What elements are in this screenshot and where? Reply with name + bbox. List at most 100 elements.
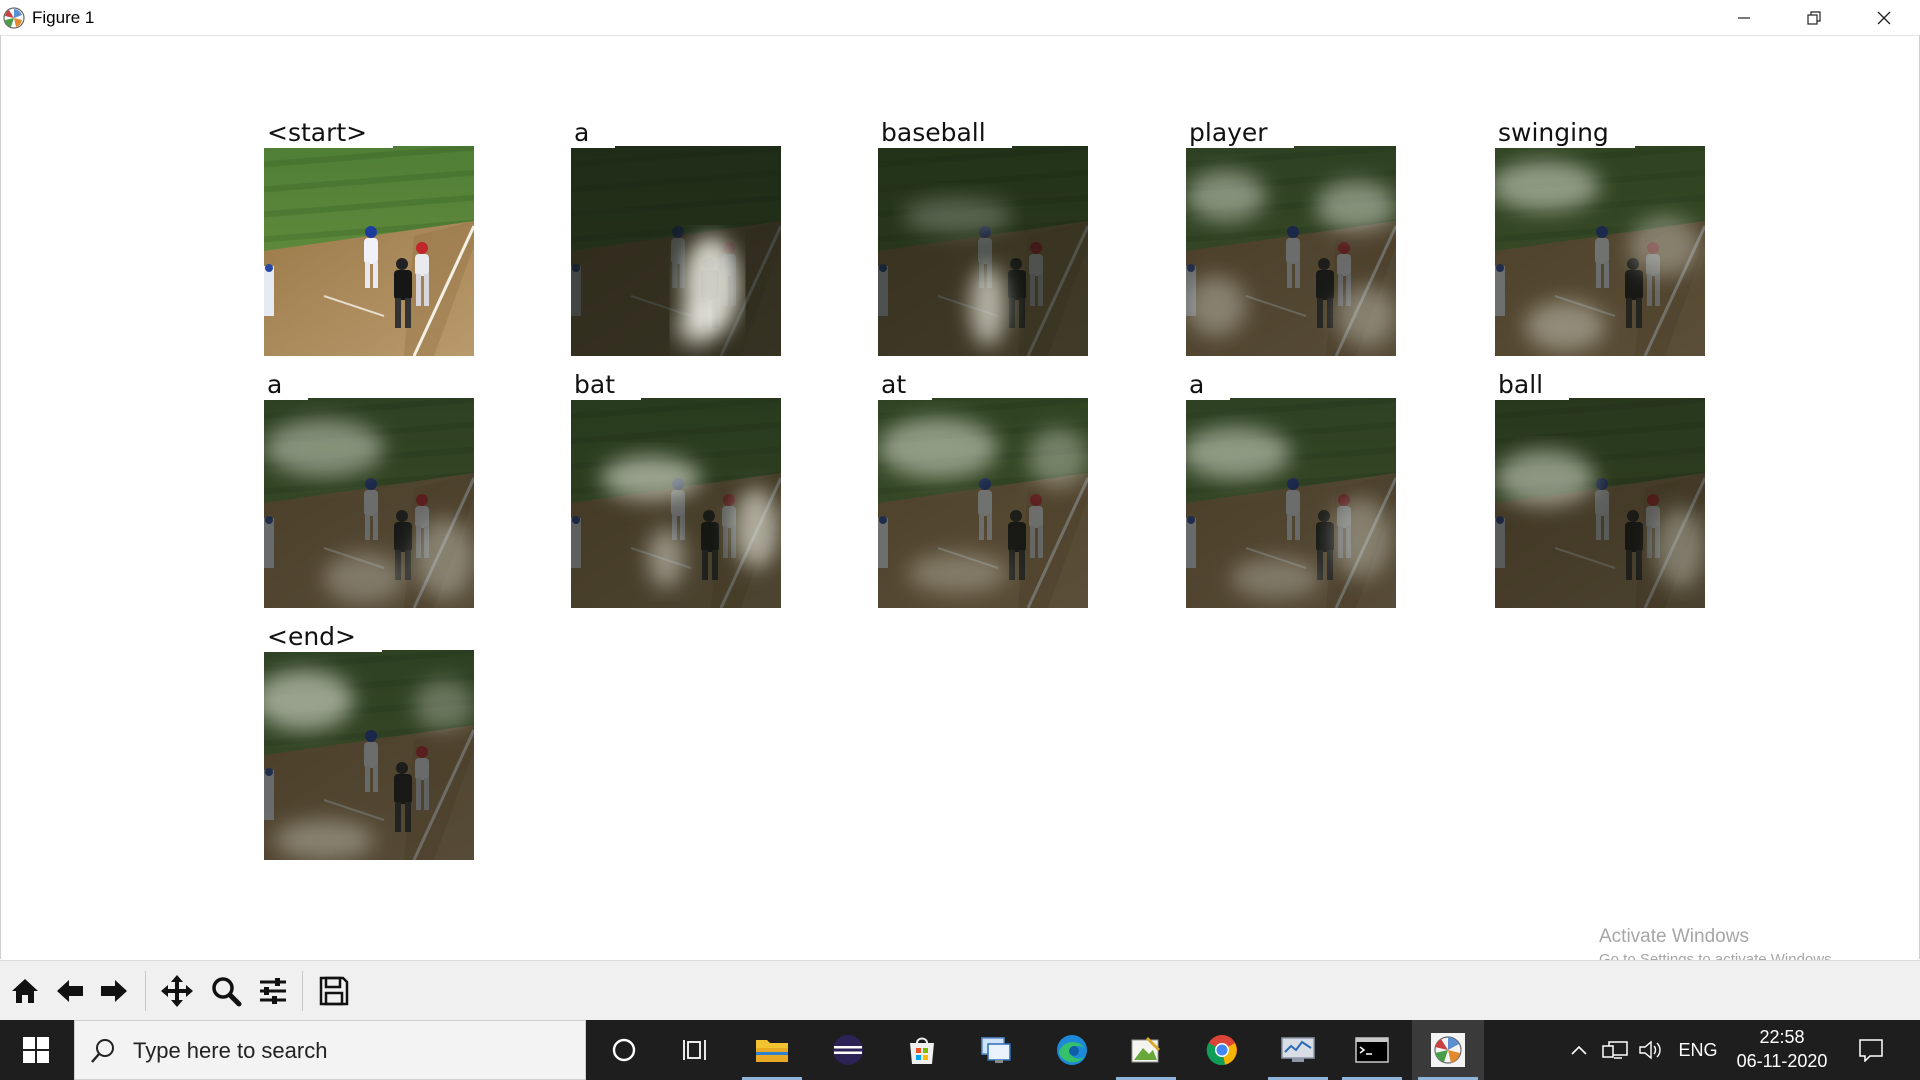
panel-image [571, 398, 781, 608]
cortana-button[interactable] [588, 1020, 660, 1080]
toolbar-separator [145, 971, 146, 1011]
panel-image [878, 398, 1088, 608]
file-explorer-button[interactable] [736, 1020, 808, 1080]
panel-5: a [264, 370, 474, 608]
panel-word: ball [1495, 370, 1570, 400]
search-placeholder: Type here to search [133, 1038, 328, 1063]
network-button[interactable] [1598, 1020, 1632, 1080]
title-bar: Figure 1 [0, 0, 1920, 36]
panel-10: <end> [264, 622, 474, 860]
panel-3: player [1186, 118, 1396, 356]
panel-1: a [571, 118, 781, 356]
paint-icon [1131, 1036, 1161, 1063]
close-icon [1877, 11, 1891, 24]
clock[interactable]: 22:58 06-11-2020 [1726, 1026, 1838, 1074]
panel-0: <start> [264, 118, 474, 356]
search-box[interactable]: Type here to search [74, 1020, 586, 1080]
forward-button[interactable] [94, 971, 134, 1011]
eclipse-button[interactable] [812, 1020, 884, 1080]
panel-9: ball [1495, 370, 1705, 608]
zoom-button[interactable] [206, 971, 246, 1011]
matplotlib-icon [2, 6, 26, 30]
panel-word: baseball [878, 118, 1012, 148]
panel-8: a [1186, 370, 1396, 608]
chrome-icon [1206, 1035, 1237, 1066]
panel-image [264, 398, 474, 608]
panel-word: bat [571, 370, 641, 400]
search-icon [91, 1039, 114, 1063]
file-explorer-icon [756, 1040, 788, 1062]
minimize-button[interactable] [1710, 0, 1778, 35]
zoom-icon [212, 977, 242, 1007]
panel-6: bat [571, 370, 781, 608]
panel-word: a [571, 118, 616, 148]
panel-image [1495, 146, 1705, 356]
panel-word: a [264, 370, 309, 400]
chrome-button[interactable] [1186, 1020, 1258, 1080]
volume-icon [1639, 1040, 1661, 1060]
windows-logo-icon [23, 1037, 49, 1063]
figure-canvas[interactable]: <start> a baseball player swinging a bat… [1, 36, 1919, 968]
matplotlib-figure-button[interactable] [1412, 1020, 1484, 1080]
panel-word: <start> [264, 118, 394, 148]
task-view-button[interactable] [660, 1020, 732, 1080]
pan-icon [161, 975, 193, 1007]
start-button[interactable] [0, 1020, 72, 1080]
panel-image [1186, 398, 1396, 608]
window-title: Figure 1 [32, 8, 95, 27]
forward-arrow-icon [101, 980, 127, 1002]
network-icon [1602, 1041, 1628, 1059]
edge-button[interactable] [1036, 1020, 1108, 1080]
restore-icon [1807, 10, 1821, 25]
pan-button[interactable] [157, 971, 197, 1011]
panel-word: <end> [264, 622, 382, 652]
store-icon [910, 1037, 934, 1064]
resource-monitor-button[interactable] [1262, 1020, 1334, 1080]
configure-subplots-icon [260, 978, 286, 1004]
language-label: ENG [1678, 1039, 1718, 1060]
cortana-icon [612, 1038, 636, 1062]
save-button[interactable] [314, 971, 354, 1011]
panel-word: at [878, 370, 933, 400]
navigation-toolbar [0, 960, 1920, 1020]
chevron-up-icon [1571, 1045, 1587, 1055]
language-indicator[interactable]: ENG [1672, 1020, 1724, 1080]
remote-desktop-button[interactable] [960, 1020, 1032, 1080]
panel-word: a [1186, 370, 1231, 400]
action-center-button[interactable] [1848, 1020, 1894, 1080]
terminal-icon [1355, 1037, 1389, 1063]
back-button[interactable] [50, 971, 90, 1011]
home-button[interactable] [5, 971, 45, 1011]
resource-monitor-icon [1281, 1037, 1315, 1062]
panel-image [878, 146, 1088, 356]
minimize-icon [1738, 16, 1750, 19]
show-hidden-icons-button[interactable] [1562, 1020, 1596, 1080]
task-view-icon [683, 1040, 706, 1060]
eclipse-icon [833, 1035, 863, 1065]
volume-button[interactable] [1634, 1020, 1668, 1080]
matplotlib-icon [1431, 1033, 1465, 1067]
back-arrow-icon [57, 980, 83, 1002]
panel-image [264, 146, 474, 356]
panel-2: baseball [878, 118, 1088, 356]
panel-4: swinging [1495, 118, 1705, 356]
panel-word: player [1186, 118, 1294, 148]
watermark-title: Activate Windows [1599, 926, 1749, 947]
panel-image [1495, 398, 1705, 608]
clock-date: 06-11-2020 [1736, 1051, 1828, 1071]
panel-7: at [878, 370, 1088, 608]
panel-word: swinging [1495, 118, 1635, 148]
taskbar: Type here to search ENG 22:58 06-11-2020 [0, 1020, 1920, 1080]
terminal-button[interactable] [1336, 1020, 1408, 1080]
remote-desktop-icon [981, 1037, 1011, 1063]
clock-time: 22:58 [1759, 1027, 1805, 1047]
panel-image [1186, 146, 1396, 356]
toolbar-separator [302, 971, 303, 1011]
paint-button[interactable] [1110, 1020, 1182, 1080]
configure-subplots-button[interactable] [253, 971, 293, 1011]
notification-icon [1859, 1039, 1883, 1062]
save-icon [319, 976, 349, 1006]
close-button[interactable] [1850, 0, 1918, 35]
store-button[interactable] [886, 1020, 958, 1080]
restore-button[interactable] [1780, 0, 1848, 35]
